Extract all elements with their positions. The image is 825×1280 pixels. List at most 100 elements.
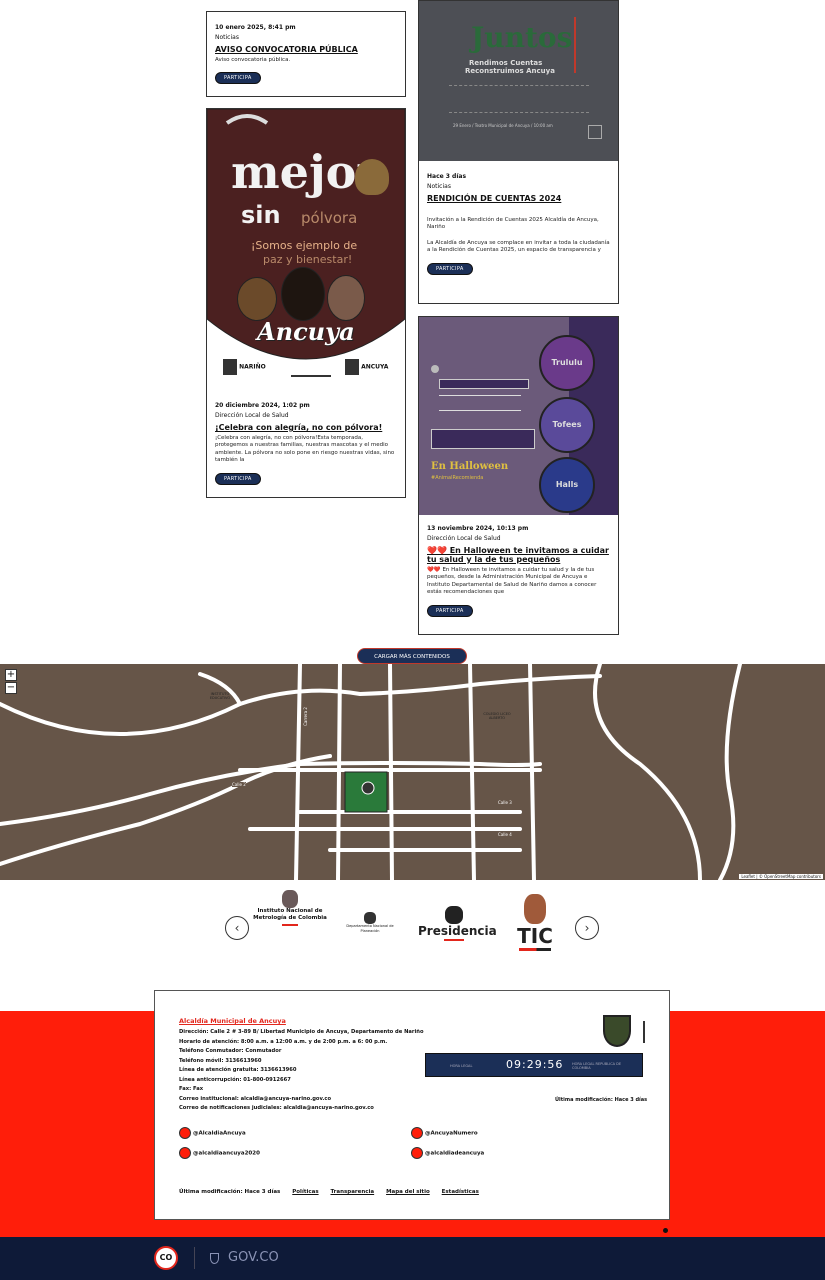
poster-line2: Rendimos Cuentas <box>469 59 543 67</box>
info-box <box>439 379 529 389</box>
footer-email-judicial[interactable]: Correo de notificaciones judiciales: alc… <box>179 1104 424 1114</box>
news-desc-2: La Alcaldía de Ancuya se complace en inv… <box>427 239 610 254</box>
clock-right-label: HORA LEGAL REPÚBLICA DE COLOMBIA <box>572 1062 622 1070</box>
logo-tic[interactable]: TIC <box>508 894 562 951</box>
halloween-heading: En Halloween <box>431 461 509 472</box>
news-card-halloween: En Halloween #AnimalRecomienda Trululu T… <box>418 316 619 635</box>
twitter-icon <box>411 1147 423 1159</box>
link-politicas[interactable]: Políticas <box>292 1189 318 1195</box>
footer-line: Teléfono móvil: 3136613960 <box>179 1057 262 1064</box>
footer-title: Alcaldía Municipal de Ancuya <box>179 1017 286 1025</box>
participa-button[interactable]: PARTICIPA <box>215 72 261 85</box>
poster-word-sin: sin <box>241 201 281 229</box>
logo-presidencia[interactable]: Presidencia <box>418 906 497 941</box>
link-transparencia[interactable]: Transparencia <box>331 1189 375 1195</box>
logo-dnp[interactable]: Departamento Nacional de Planeación <box>340 912 400 934</box>
logo-narino: NARIÑO <box>223 359 266 375</box>
footer-line: Horario de atención: 8:00 a.m. a 12:00 a… <box>179 1038 388 1045</box>
map-marker-icon <box>361 781 375 795</box>
news-category: Dirección Local de Salud <box>215 412 289 419</box>
news-title[interactable]: ¡Celebra con alegría, no con pólvora! <box>215 423 397 432</box>
poster-body <box>449 85 589 113</box>
news-category: Noticias <box>215 34 239 41</box>
load-more-button[interactable]: CARGAR MÁS CONTENIDOS <box>357 648 467 664</box>
hand-icon <box>355 159 389 195</box>
link-estadisticas[interactable]: Estadísticas <box>442 1189 479 1195</box>
legal-time-clock: HORA LEGAL 09:29:56 HORA LEGAL REPÚBLICA… <box>425 1053 643 1077</box>
page: 10 enero 2025, 8:41 pm Noticias AVISO CO… <box>0 0 825 1280</box>
shield-divider <box>643 1021 645 1043</box>
flag-stripe <box>282 924 298 926</box>
shield-icon <box>345 359 359 375</box>
poster-footer: 29 Enero / Teatro Municipal de Ancuya / … <box>453 123 553 128</box>
flag-stripe <box>444 939 464 941</box>
news-image-halloween[interactable]: En Halloween #AnimalRecomienda Trululu T… <box>419 317 618 515</box>
flag-stripe <box>574 17 576 73</box>
footer-line: Línea anticorrupción: 01-800-0912667 <box>179 1076 291 1083</box>
news-title[interactable]: RENDICIÓN DE CUENTAS 2024 <box>427 194 610 203</box>
clock-time: 09:29:56 <box>506 1058 564 1071</box>
logo-inm[interactable]: Instituto Nacional de Metrología de Colo… <box>252 890 328 926</box>
news-date: 13 noviembre 2024, 10:13 pm <box>427 525 529 532</box>
bat-icon <box>431 365 439 373</box>
map-streets <box>0 664 742 880</box>
street-label: Calle 4 <box>498 832 512 837</box>
news-title[interactable]: AVISO CONVOCATORIA PÚBLICA <box>215 45 397 54</box>
news-image-polvora[interactable]: mejor sin pólvora ¡Somos ejemplo de paz … <box>207 109 405 392</box>
carousel-prev-button[interactable]: ‹ <box>225 916 249 940</box>
shield-icon <box>445 906 463 924</box>
candy-trululu: Trululu <box>539 335 595 391</box>
footer-line: Teléfono Conmutador: Conmutador <box>179 1048 282 1054</box>
news-desc: ¡Celebra con alegría, no con pólvora!Est… <box>215 435 395 464</box>
news-title[interactable]: ❤️❤️ En Halloween te invitamos a cuidar … <box>427 546 610 564</box>
footer-line: Dirección: Calle 2 # 3-89 B/ Libertad Mu… <box>179 1029 424 1035</box>
link-mapa-sitio[interactable]: Mapa del sitio <box>386 1189 430 1195</box>
chevron-left-icon: ‹ <box>234 921 240 935</box>
shield-icon <box>364 912 376 924</box>
social-facebook[interactable]: @AlcaldiaAncuya <box>179 1127 246 1139</box>
footer-links: Última modificación: Hace 3 días Polític… <box>179 1189 489 1195</box>
news-date: 10 enero 2025, 8:41 pm <box>215 24 296 31</box>
news-card-polvora: mejor sin pólvora ¡Somos ejemplo de paz … <box>206 108 406 498</box>
co-badge-icon[interactable]: CO <box>154 1246 178 1270</box>
shield-icon <box>223 359 237 375</box>
poster-seal-icon <box>588 125 602 139</box>
clock-left-label: HORA LEGAL <box>450 1064 473 1068</box>
gov-divider <box>194 1247 195 1269</box>
footer-email[interactable]: Correo institucional: alcaldia@ancuya-na… <box>179 1095 424 1105</box>
poster-slogan-1: ¡Somos ejemplo de <box>251 239 358 252</box>
gov-co-bar: CO GOV.CO <box>0 1237 825 1280</box>
chevron-right-icon: › <box>584 921 590 935</box>
news-desc: ❤️❤️ En Halloween te invitamos a cuidar … <box>427 567 597 596</box>
participa-button[interactable]: PARTICIPA <box>427 262 473 275</box>
news-desc: Aviso convocatoria pública. <box>215 57 291 63</box>
news-date: 20 diciembre 2024, 1:02 pm <box>215 402 310 409</box>
gov-co-logo[interactable]: GOV.CO <box>228 1250 279 1265</box>
news-date: Hace 3 días <box>427 173 467 180</box>
poster-slogan-2: paz y bienestar! <box>263 253 353 266</box>
social-youtube[interactable]: @alcaldiaancuya2020 <box>179 1147 260 1159</box>
zoom-in-button[interactable]: + <box>5 669 17 681</box>
footer-card: Alcaldía Municipal de Ancuya Dirección: … <box>154 990 670 1220</box>
map[interactable]: Calle 2 Carrera 2 Calle 3 Calle 4 INSTIT… <box>0 664 825 880</box>
flag-stripe <box>519 948 551 951</box>
zoom-out-button[interactable]: − <box>5 682 17 694</box>
social-twitter[interactable]: @alcaldiadeancuya <box>411 1147 484 1159</box>
shield-icon <box>524 894 546 924</box>
participa-button[interactable]: PARTICIPA <box>215 472 261 485</box>
carousel-next-button[interactable]: › <box>575 916 599 940</box>
news-image-rendicion[interactable]: Juntos Rendimos Cuentas Reconstruimos An… <box>419 1 618 161</box>
halloween-hashtag: #AnimalRecomienda <box>431 475 484 481</box>
municipal-shield-icon <box>603 1015 631 1047</box>
social-instagram[interactable]: @AncuyaNumero <box>411 1127 478 1139</box>
youtube-icon <box>179 1147 191 1159</box>
participa-button[interactable]: PARTICIPA <box>427 604 473 617</box>
news-desc: Invitación a la Rendición de Cuentas 202… <box>427 217 599 231</box>
instagram-icon <box>411 1127 423 1139</box>
info-lines <box>439 395 521 411</box>
candy-tofees: Tofees <box>539 397 595 453</box>
news-category: Noticias <box>427 183 451 190</box>
news-card-aviso: 10 enero 2025, 8:41 pm Noticias AVISO CO… <box>206 11 406 97</box>
map-attribution[interactable]: Leaflet | © OpenStreetMap contributors <box>739 874 823 879</box>
last-modified: Última modificación: Hace 3 días <box>179 1189 281 1195</box>
